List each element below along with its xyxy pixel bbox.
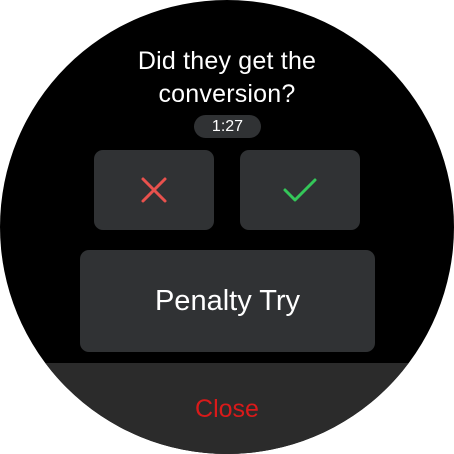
close-label: Close <box>195 395 259 423</box>
close-button[interactable]: Close <box>0 363 454 454</box>
watch-screen: Did they get the conversion? 1:27 Penalt… <box>0 0 454 454</box>
check-icon <box>281 175 319 205</box>
conversion-question: Did they get the conversion? <box>137 47 317 108</box>
conversion-made-button[interactable] <box>240 150 360 230</box>
close-x-icon <box>139 175 169 205</box>
penalty-try-label: Penalty Try <box>154 284 301 317</box>
game-clock-badge: 1:27 <box>194 115 261 138</box>
penalty-try-button[interactable]: Penalty Try <box>80 250 375 352</box>
conversion-missed-button[interactable] <box>94 150 214 230</box>
